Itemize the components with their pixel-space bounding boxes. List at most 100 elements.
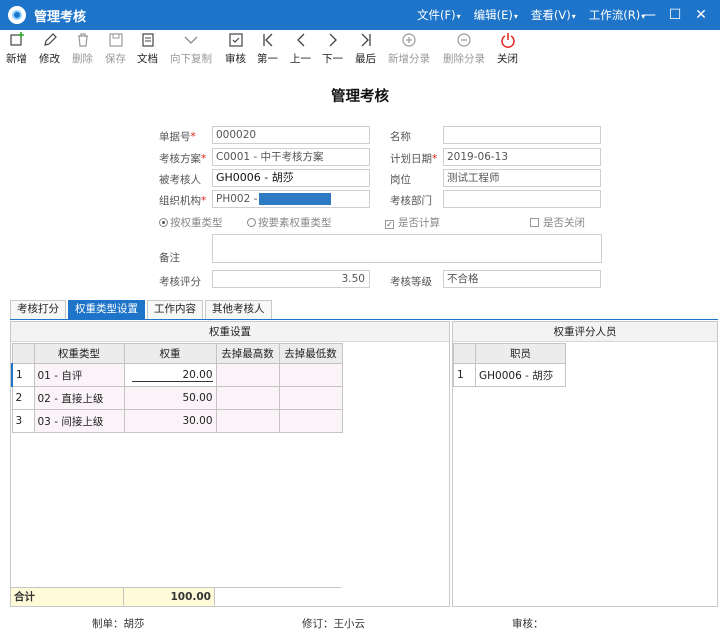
remark-field[interactable] xyxy=(212,234,602,263)
radio-empty-icon xyxy=(247,218,256,227)
save-button[interactable]: 保存 xyxy=(105,32,126,66)
dept-field[interactable] xyxy=(443,190,601,208)
weight-cell[interactable]: 50.00 xyxy=(123,386,217,410)
checkbox-empty-icon xyxy=(530,218,539,227)
tab-work-content[interactable]: 工作内容 xyxy=(147,300,203,319)
score-field[interactable]: 3.50 xyxy=(212,270,370,288)
tab-underline xyxy=(10,319,718,320)
new-button[interactable]: 新增 xyxy=(6,32,27,66)
drop-high-cell[interactable] xyxy=(215,386,280,410)
plan-field[interactable]: C0001 - 中干考核方案 xyxy=(212,148,370,166)
rater-panel: 权重评分人员 职员 1 GH0006 - 胡莎 xyxy=(452,321,718,607)
tab-other-raters[interactable]: 其他考核人 xyxy=(205,300,272,319)
weight-total-row: 合计 100.00 xyxy=(11,587,341,606)
add-entry-button[interactable]: 新增分录 xyxy=(388,32,430,66)
total-value: 100.00 xyxy=(124,588,215,606)
drop-low-cell[interactable] xyxy=(278,363,343,387)
menu-bar: 文件(F)▾ 编辑(E)▾ 查看(V)▾ 工作流(R)▾ xyxy=(417,0,658,30)
col-rownum xyxy=(453,343,476,364)
position-label: 岗位 xyxy=(390,174,411,186)
tab-scoring[interactable]: 考核打分 xyxy=(10,300,66,319)
close-window-icon[interactable]: ✕ xyxy=(688,7,714,23)
maker-text: 制单：胡莎 xyxy=(92,618,145,630)
remark-label: 备注 xyxy=(159,252,180,264)
document-button[interactable]: 文档 xyxy=(137,32,158,66)
table-row[interactable]: 2 02 - 直接上级 50.00 xyxy=(11,386,343,410)
power-icon xyxy=(500,32,516,48)
org-label: 组织机构* xyxy=(159,195,207,207)
minimize-icon[interactable]: — xyxy=(636,7,662,23)
audit-button[interactable]: 审核 xyxy=(225,32,246,66)
plan-date-field[interactable]: 2019-06-13 xyxy=(443,148,601,166)
new-icon xyxy=(9,32,25,48)
position-field[interactable]: 测试工程师 xyxy=(443,169,601,187)
skip-first-icon xyxy=(260,32,276,48)
total-label: 合计 xyxy=(11,588,124,606)
doc-no-label: 单据号* xyxy=(159,131,196,143)
maximize-icon[interactable]: ☐ xyxy=(662,7,688,23)
weight-cell[interactable]: 30.00 xyxy=(123,409,217,433)
row-number: 2 xyxy=(11,386,35,410)
examinee-label: 被考核人 xyxy=(159,174,201,186)
doc-no-field[interactable]: 000020 xyxy=(212,126,370,144)
chevron-left-icon xyxy=(293,32,309,48)
org-field[interactable]: PH002 - xyxy=(212,190,370,208)
examinee-field[interactable]: GH0006 - 胡莎 xyxy=(212,169,370,187)
drop-low-cell[interactable] xyxy=(278,386,343,410)
col-weight: 权重 xyxy=(123,343,217,364)
app-logo-icon xyxy=(8,6,26,24)
staff-cell[interactable]: GH0006 - 胡莎 xyxy=(475,363,566,387)
last-button[interactable]: 最后 xyxy=(355,32,376,66)
caret-down-icon: ▾ xyxy=(513,12,518,21)
prev-button[interactable]: 上一 xyxy=(290,32,311,66)
name-field[interactable] xyxy=(443,126,601,144)
page-title: 管理考核 xyxy=(331,89,389,105)
rater-table: 职员 1 GH0006 - 胡莎 xyxy=(453,343,566,387)
drop-high-cell[interactable] xyxy=(215,409,280,433)
next-button[interactable]: 下一 xyxy=(322,32,343,66)
plan-label: 考核方案* xyxy=(159,153,207,165)
check-closed[interactable]: 是否关闭 xyxy=(530,215,585,230)
pencil-icon xyxy=(42,32,58,48)
plus-circle-icon xyxy=(401,32,417,48)
edit-button[interactable]: 修改 xyxy=(39,32,60,66)
skip-last-icon xyxy=(358,32,374,48)
col-drop-high: 去掉最高数 xyxy=(215,343,280,364)
tab-weight-type[interactable]: 权重类型设置 xyxy=(68,300,145,319)
audit-icon xyxy=(228,32,244,48)
weight-cell[interactable]: 20.00 xyxy=(123,363,217,387)
redacted-block xyxy=(259,193,332,205)
weight-panel-title: 权重设置 xyxy=(11,322,449,342)
trash-icon xyxy=(75,32,91,48)
table-row[interactable]: 1 GH0006 - 胡莎 xyxy=(453,363,566,387)
checkbox-checked-icon: ✓ xyxy=(385,220,394,229)
copy-down-button[interactable]: 向下复制 xyxy=(170,32,212,66)
drop-high-cell[interactable] xyxy=(215,363,280,387)
grade-field[interactable]: 不合格 xyxy=(443,270,601,288)
weight-type-cell[interactable]: 02 - 直接上级 xyxy=(33,386,125,410)
drop-low-cell[interactable] xyxy=(278,409,343,433)
menu-view[interactable]: 查看(V)▾ xyxy=(531,7,576,23)
col-rownum xyxy=(11,343,35,364)
table-row[interactable]: 3 03 - 间接上级 30.00 xyxy=(11,409,343,433)
delete-entry-button[interactable]: 删除分录 xyxy=(443,32,485,66)
name-label: 名称 xyxy=(390,131,411,143)
row-number: 1 xyxy=(453,363,476,387)
close-button[interactable]: 关闭 xyxy=(497,32,518,66)
delete-button[interactable]: 删除 xyxy=(72,32,93,66)
menu-edit[interactable]: 编辑(E)▾ xyxy=(474,7,518,23)
radio-element-type[interactable]: 按要素权重类型 xyxy=(247,215,332,230)
weight-type-cell[interactable]: 01 - 自评 xyxy=(33,363,125,387)
menu-file[interactable]: 文件(F)▾ xyxy=(417,7,461,23)
check-calculate[interactable]: ✓ 是否计算 xyxy=(385,215,440,230)
caret-down-icon: ▾ xyxy=(456,12,461,21)
plan-date-label: 计划日期* xyxy=(390,153,438,165)
row-number: 1 xyxy=(11,363,35,387)
first-button[interactable]: 第一 xyxy=(257,32,278,66)
weight-type-cell[interactable]: 03 - 间接上级 xyxy=(33,409,125,433)
table-row[interactable]: 1 01 - 自评 20.00 xyxy=(11,363,343,387)
row-number: 3 xyxy=(11,409,35,433)
radio-weight-type[interactable]: 按权重类型 xyxy=(159,215,223,230)
title-bar: 管理考核 文件(F)▾ 编辑(E)▾ 查看(V)▾ 工作流(R)▾ — ☐ ✕ xyxy=(0,0,720,30)
revisor-text: 修订：王小云 xyxy=(302,618,365,630)
